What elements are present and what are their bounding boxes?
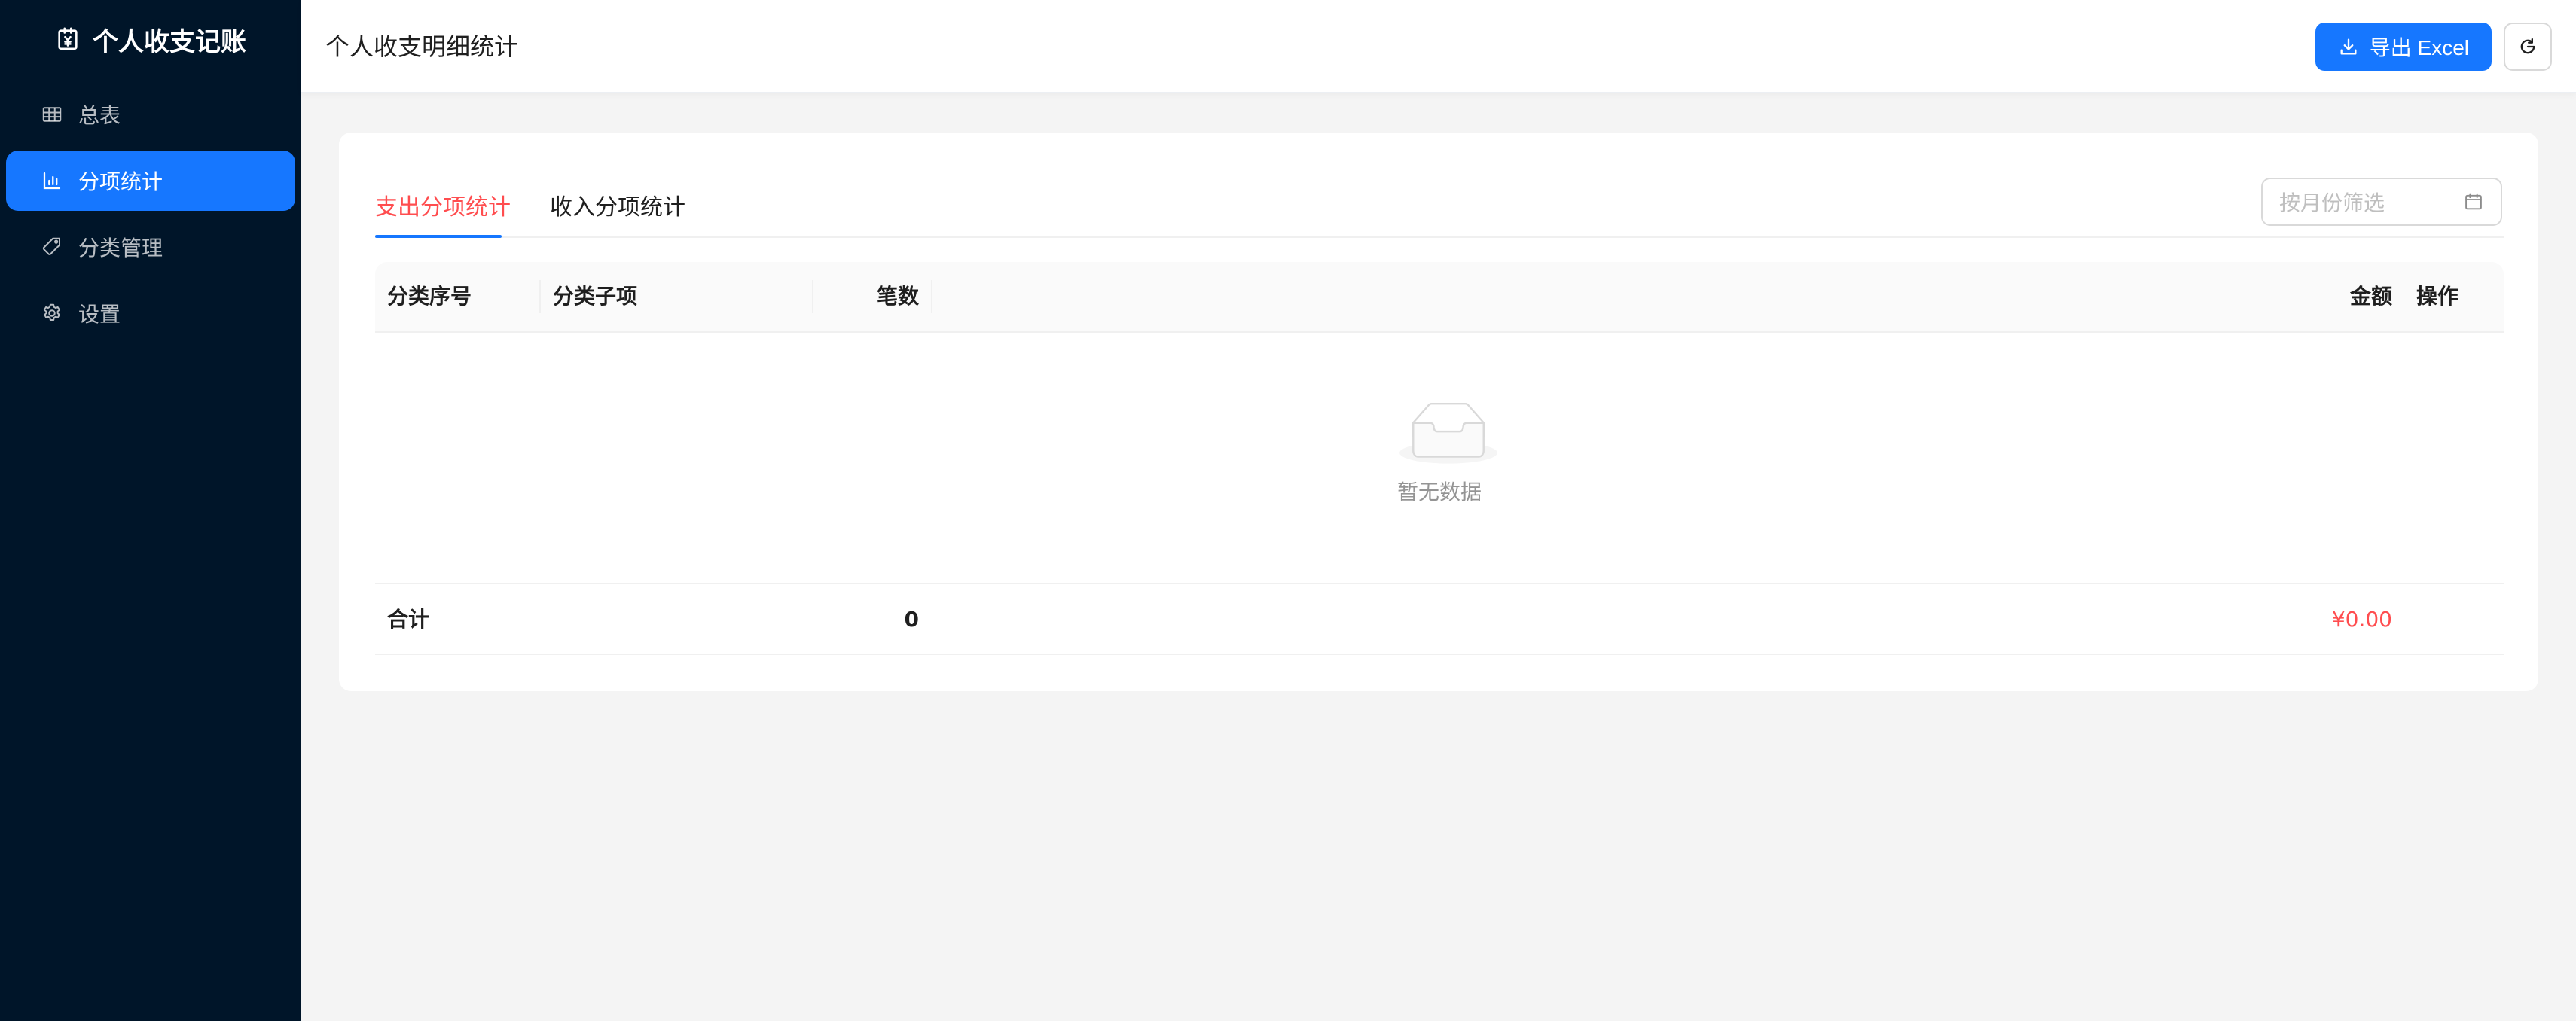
summary-label: 合计 [387, 607, 430, 632]
sidebar-nav: 总表 分项统计 分类管理 设置 [0, 84, 301, 343]
calendar-icon [2465, 193, 2482, 210]
active-tab-indicator [375, 235, 502, 238]
sidebar-item-overview[interactable]: 总表 [6, 84, 295, 145]
tab-bar: 支出分项统计 收入分项统计 [375, 178, 2504, 238]
sidebar-item-label: 设置 [78, 302, 121, 327]
page-title: 个人收支明细统计 [325, 32, 519, 61]
sidebar-item-label: 分类管理 [78, 236, 163, 261]
column-header-subcategory: 分类子项 [553, 284, 638, 309]
column-header-amount: 金额 [2349, 284, 2392, 309]
stats-table: 分类序号 分类子项 笔数 金额 操作 暂无数据 合计 0 ¥0.00 [375, 262, 2504, 655]
empty-state: 暂无数据 [375, 333, 2504, 584]
app-title: 个人收支记账 [93, 26, 246, 57]
column-header-count: 笔数 [876, 284, 919, 309]
sidebar-item-category-management[interactable]: 分类管理 [6, 217, 295, 277]
top-header: 个人收支明细统计 导出 Excel [301, 0, 2576, 93]
export-button-label: 导出 Excel [2369, 36, 2469, 59]
export-excel-button[interactable]: 导出 Excel [2315, 23, 2492, 71]
refresh-button[interactable] [2504, 23, 2552, 71]
summary-row: 合计 0 ¥0.00 [375, 584, 2504, 655]
tab-expense-stats[interactable]: 支出分项统计 [375, 178, 511, 238]
empty-inbox-icon [1399, 402, 1497, 464]
column-divider [812, 280, 813, 313]
column-header-category-number: 分类序号 [387, 284, 472, 309]
column-divider [931, 280, 932, 313]
column-divider [539, 280, 541, 313]
gear-icon [43, 303, 60, 321]
month-filter-picker[interactable]: 按月份筛选 [2261, 178, 2502, 226]
download-icon [2340, 38, 2357, 55]
month-filter-placeholder: 按月份筛选 [2279, 190, 2385, 215]
tab-income-stats[interactable]: 收入分项统计 [550, 178, 685, 238]
tag-icon [42, 237, 60, 255]
sidebar-item-label: 分项统计 [78, 169, 163, 194]
summary-count: 0 [904, 607, 919, 632]
sidebar: 个人收支记账 总表 分项统计 分类管理 设置 [0, 0, 301, 1021]
table-icon [42, 107, 62, 122]
table-header: 分类序号 分类子项 笔数 金额 操作 [375, 262, 2504, 333]
app-brand: 个人收支记账 [0, 0, 301, 78]
summary-amount: ¥0.00 [2331, 607, 2392, 632]
sidebar-item-label: 总表 [78, 103, 121, 128]
sidebar-item-settings[interactable]: 设置 [6, 283, 295, 343]
stats-card: 支出分项统计 收入分项统计 按月份筛选 分类序号 分类子项 笔数 金额 操作 暂… [339, 133, 2538, 691]
sidebar-item-category-stats[interactable]: 分项统计 [6, 151, 295, 211]
column-header-actions: 操作 [2416, 284, 2459, 309]
bar-chart-icon [43, 172, 61, 190]
refresh-icon [2520, 38, 2535, 54]
ledger-icon [58, 27, 78, 50]
empty-state-text: 暂无数据 [1396, 480, 1482, 504]
